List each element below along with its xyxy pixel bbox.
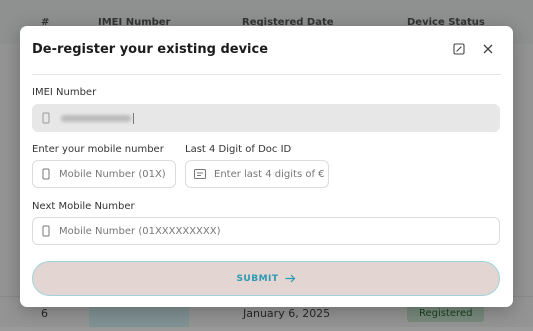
imei-field[interactable] [32,104,500,132]
phone-icon [42,225,50,237]
next-mobile-field[interactable] [32,217,500,245]
text-caret [133,112,134,124]
maximize-icon[interactable] [450,40,468,58]
modal-title: De-register your existing device [32,42,269,57]
phone-icon [42,168,50,180]
next-mobile-label: Next Mobile Number [32,201,135,212]
imei-label: IMEI Number [32,87,97,98]
deregister-modal: De-register your existing device IMEI Nu… [20,26,513,307]
close-icon[interactable] [479,40,497,58]
submit-button[interactable]: SUBMIT [32,261,500,296]
mobile-number-field[interactable] [32,160,176,188]
arrow-right-icon [285,274,295,283]
mobile-number-input[interactable] [59,168,175,180]
next-mobile-input[interactable] [59,225,499,237]
phone-icon [42,112,50,124]
id-card-icon [194,169,206,179]
imei-value-redacted [61,114,131,122]
submit-label: SUBMIT [236,273,279,284]
docid-field[interactable] [185,160,329,188]
header-divider [32,74,501,75]
docid-label: Last 4 Digit of Doc ID [185,144,292,155]
mobile-label: Enter your mobile number [32,144,164,155]
docid-input[interactable] [214,168,328,180]
